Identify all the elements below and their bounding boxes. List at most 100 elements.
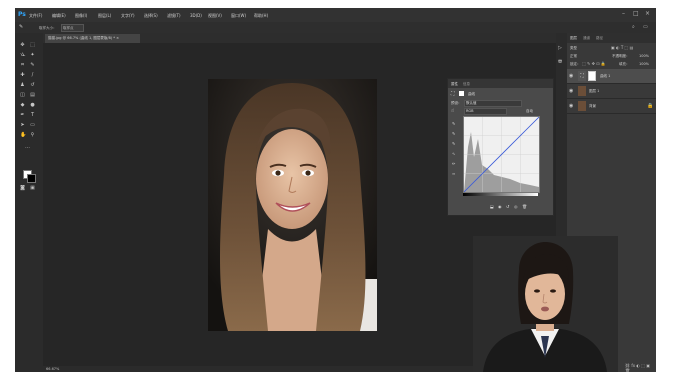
lock-icons[interactable]: ⬚ ✎ ✥ ⊡ 🔒	[582, 61, 606, 66]
zoom-readout[interactable]: 66.67%	[46, 367, 59, 371]
preset-select[interactable]: 默认值	[464, 100, 522, 107]
menu-image[interactable]: 图像(I)	[75, 13, 87, 19]
blur-tool-icon[interactable]: ◆	[20, 103, 25, 108]
delete-icon[interactable]: 🗑	[522, 204, 527, 209]
close-button[interactable]: ×	[645, 10, 650, 17]
menu-edit[interactable]: 编辑(E)	[52, 13, 66, 19]
tab-properties[interactable]: 属性	[451, 82, 458, 87]
menu-help[interactable]: 帮助(H)	[254, 13, 268, 19]
pencil-draw-icon[interactable]: ✏	[452, 161, 455, 166]
gray-point-eyedropper-icon[interactable]: ✎	[452, 131, 455, 136]
shape-tool-icon[interactable]: ▭	[30, 123, 35, 128]
marquee-tool-icon[interactable]: ⬚	[30, 43, 35, 48]
pen-tool-icon[interactable]: ✒	[20, 113, 25, 118]
layer-name[interactable]: 图层 1	[589, 89, 599, 94]
history-panel-icon[interactable]: ▷	[558, 45, 562, 51]
tab-paths[interactable]: 路径	[596, 36, 603, 41]
view-previous-icon[interactable]: ◉	[498, 204, 502, 209]
stamp-tool-icon[interactable]: ♟	[20, 83, 25, 88]
blend-mode-select[interactable]: 正常	[570, 54, 577, 59]
menu-filter[interactable]: 滤镜(T)	[167, 13, 181, 19]
tab-info[interactable]: 信息	[463, 82, 470, 87]
minimize-button[interactable]: –	[622, 10, 625, 17]
lasso-tool-icon[interactable]: ᓍ	[20, 53, 25, 58]
gradient-bar	[463, 193, 538, 196]
brush-tool-icon[interactable]: /	[30, 73, 35, 78]
quick-mask-icon[interactable]: ◙	[20, 186, 25, 191]
menu-type[interactable]: 文字(Y)	[121, 13, 135, 19]
clip-to-layer-icon[interactable]: ⬓	[490, 204, 494, 209]
screen-mode-icon[interactable]: ▣	[30, 186, 35, 191]
tab-layers[interactable]: 图层	[570, 36, 577, 41]
curves-adjustment-icon: ⛶	[578, 71, 586, 81]
sample-size-select[interactable]: 取样点	[61, 24, 84, 32]
opacity-value[interactable]: 100%	[639, 54, 649, 58]
auto-button[interactable]: 自动	[526, 109, 533, 114]
hand-tool-icon[interactable]: ✋	[20, 133, 26, 138]
presenter-webcam-overlay	[473, 236, 618, 372]
properties-panel-header: 属性 信息	[448, 79, 553, 88]
zoom-tool-icon[interactable]: ⚲	[30, 133, 35, 138]
history-brush-tool-icon[interactable]: ↺	[30, 83, 35, 88]
menu-window[interactable]: 窗口(W)	[231, 13, 246, 19]
type-tool-icon[interactable]: T	[30, 113, 35, 118]
curve-point-icon[interactable]: ∿	[452, 151, 455, 156]
options-bar: ✎ 取样大小： 取样点 ⌕ ▭	[15, 22, 656, 33]
reset-icon[interactable]: ↺	[506, 204, 509, 209]
layer-mask-thumbnail[interactable]	[588, 71, 596, 81]
healing-tool-icon[interactable]: ✚	[20, 73, 25, 78]
smooth-curve-icon[interactable]: ≈	[452, 171, 455, 176]
eyedropper-tool-icon[interactable]: ✎	[30, 63, 35, 68]
menu-layer[interactable]: 图层(L)	[98, 13, 111, 19]
background-color-swatch[interactable]	[27, 174, 36, 183]
dodge-tool-icon[interactable]: ●	[30, 103, 35, 108]
layer-row-curves[interactable]: ◉ ⛶ 曲线 1	[567, 69, 656, 84]
move-tool-icon[interactable]: ✥	[20, 43, 25, 48]
visibility-icon[interactable]: ◎	[514, 204, 518, 209]
new-layer-icons[interactable]: ⛓ fx ◐ ⬚ ▣ 🗑	[625, 363, 656, 372]
app-logo: Ps	[18, 11, 26, 18]
sample-size-label: 取样大小：	[39, 25, 57, 30]
layer-name[interactable]: 背景	[589, 104, 596, 109]
on-image-adjust-icon[interactable]: ☝	[451, 108, 454, 114]
channel-select[interactable]: RGB	[464, 108, 507, 115]
gradient-tool-icon[interactable]: ▤	[30, 93, 35, 98]
menu-select[interactable]: 选择(S)	[144, 13, 158, 19]
layer-mask-icon[interactable]	[459, 91, 464, 96]
curves-adjustment-icon: ⛶	[451, 91, 455, 97]
black-point-eyedropper-icon[interactable]: ✎	[452, 121, 455, 126]
layer-row-background[interactable]: ◉ 背景 🔒	[567, 99, 656, 114]
eraser-tool-icon[interactable]: ◫	[20, 93, 25, 98]
crop-tool-icon[interactable]: ⌗	[20, 63, 25, 68]
document-tab[interactable]: 猫猫.jpg @ 66.7% (曲线 1, 图层蒙版/8) * ×	[45, 34, 140, 43]
maximize-button[interactable]: □	[633, 10, 639, 17]
workspace-icon[interactable]: ▭	[643, 24, 648, 30]
properties-panel: 属性 信息 ⛶ 曲线 预设： 默认值 ☝ RGB 自动 ✎ ✎ ✎ ∿ ✏ ≈ …	[447, 78, 554, 216]
layer-row-layer1[interactable]: ◉ 图层 1	[567, 84, 656, 99]
more-tools-icon[interactable]: …	[25, 145, 30, 150]
path-select-tool-icon[interactable]: ➤	[20, 123, 25, 128]
curves-graph[interactable]	[463, 116, 540, 193]
layer-name[interactable]: 曲线 1	[600, 74, 610, 79]
photoshop-window: Ps 文件(F) 编辑(E) 图像(I) 图层(L) 文字(Y) 选择(S) 滤…	[15, 8, 656, 372]
menu-view[interactable]: 视图(V)	[208, 13, 222, 19]
document-tab-bar: 猫猫.jpg @ 66.7% (曲线 1, 图层蒙版/8) * ×	[43, 33, 556, 43]
visibility-eye-icon[interactable]: ◉	[569, 88, 573, 94]
menu-file[interactable]: 文件(F)	[29, 13, 42, 19]
fill-value[interactable]: 100%	[639, 62, 649, 66]
opacity-label: 不透明度：	[612, 54, 630, 58]
layer-thumbnail	[578, 86, 586, 96]
kind-filter-label[interactable]: 类型	[570, 46, 577, 51]
white-point-eyedropper-icon[interactable]: ✎	[452, 141, 455, 146]
search-icon[interactable]: ⌕	[632, 24, 635, 30]
menu-3d[interactable]: 3D(D)	[190, 13, 202, 18]
visibility-eye-icon[interactable]: ◉	[569, 103, 573, 109]
adjustments-panel-icon[interactable]: ⛃	[558, 59, 562, 65]
toolbox: ✥ ⬚ ᓍ ✦ ⌗ ✎ ✚ / ♟ ↺ ◫ ▤ ◆ ● ✒ T ➤ ▭ ✋ ⚲ …	[15, 33, 43, 372]
filter-icons[interactable]: ▣ ◐ T ⬚ ▤	[611, 45, 633, 50]
adjustment-name: 曲线	[468, 92, 475, 96]
tab-channels[interactable]: 通道	[583, 36, 590, 41]
fill-label: 填充：	[619, 62, 630, 66]
quick-select-tool-icon[interactable]: ✦	[30, 53, 35, 58]
visibility-eye-icon[interactable]: ◉	[569, 73, 573, 79]
